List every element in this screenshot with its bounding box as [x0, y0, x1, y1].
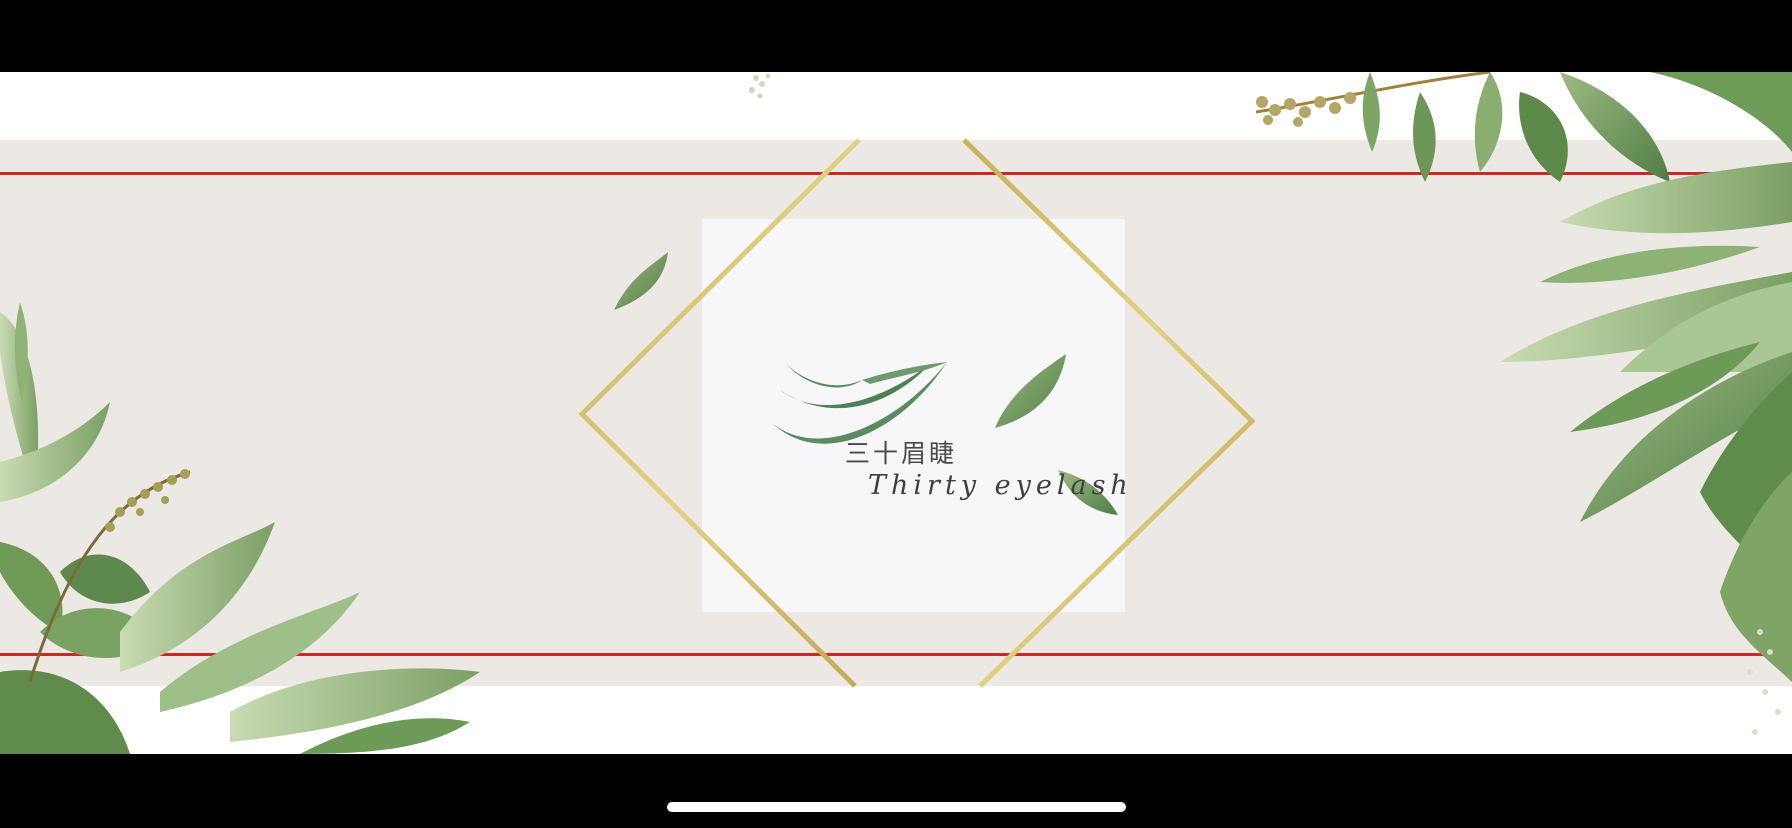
small-sprig-icon — [749, 73, 771, 99]
splash-screen: 三十眉睫 Thirty eyelash — [0, 0, 1792, 828]
home-indicator[interactable] — [667, 802, 1126, 812]
gold-diamond-frame — [578, 138, 1256, 688]
leaf-cluster-left — [0, 302, 480, 754]
eyelash-swoosh-logo-icon — [772, 362, 947, 444]
decor-layer — [0, 72, 1792, 754]
splash-content: 三十眉睫 Thirty eyelash — [0, 72, 1792, 754]
brand-name-en: Thirty eyelash — [868, 470, 1133, 501]
brand-name-zh: 三十眉睫 — [845, 439, 958, 468]
leaf-cluster-right — [1255, 72, 1792, 735]
